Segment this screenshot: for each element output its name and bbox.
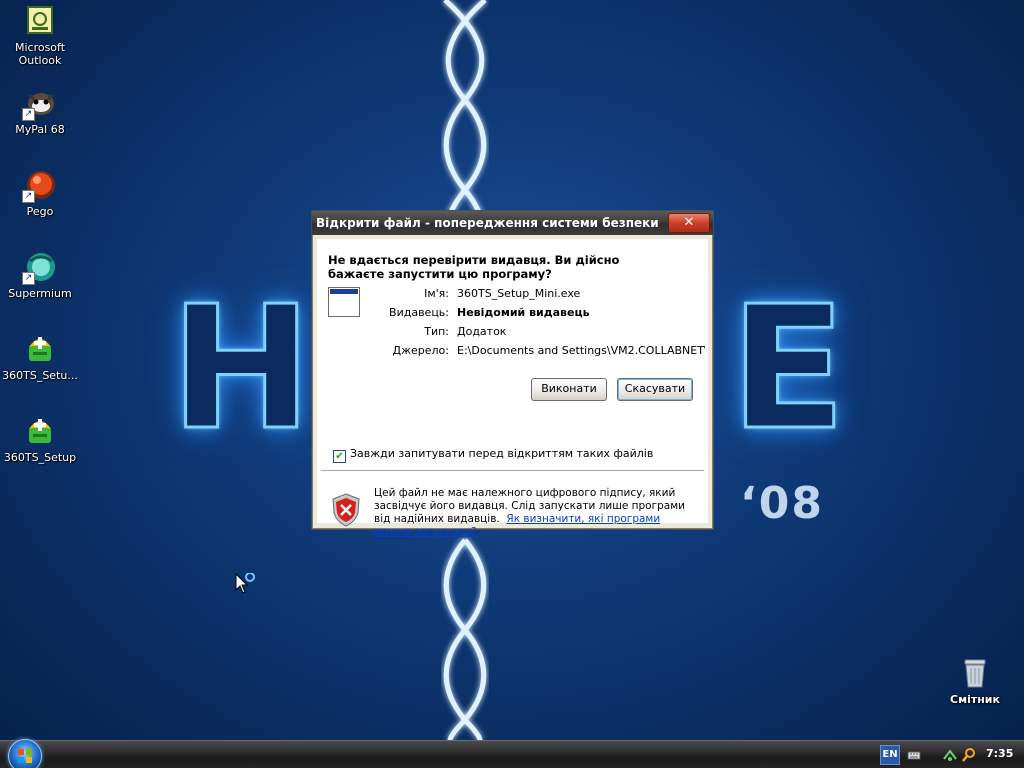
- security-notice: Цей файл не має належного цифрового підп…: [374, 487, 694, 539]
- supermium-icon: ↗: [22, 251, 56, 285]
- taskbar: EN 7:35: [0, 739, 1024, 768]
- field-value-type: Додаток: [457, 325, 507, 338]
- desktop-icon-outlook[interactable]: Microsoft Outlook: [2, 5, 78, 67]
- field-row-source: Джерело: E:\Documents and Settings\VM2.C…: [337, 344, 707, 360]
- desktop-icon-label: Смітник: [950, 693, 1000, 706]
- desktop-icon-label: Supermium: [8, 287, 72, 300]
- language-indicator[interactable]: EN: [880, 745, 900, 765]
- field-key: Джерело:: [392, 344, 450, 357]
- desktop-icon-supermium[interactable]: ↗ Supermium: [2, 251, 78, 300]
- dialog-titlebar[interactable]: Відкрити файл - попередження системи без…: [312, 211, 713, 235]
- divider: [321, 470, 704, 472]
- field-value-source: E:\Documents and Settings\VM2.COLLABNET\…: [457, 344, 705, 357]
- shortcut-arrow-icon: ↗: [22, 108, 35, 121]
- field-key: Тип:: [424, 325, 449, 338]
- desktop-icon-label: Pego: [26, 205, 54, 218]
- desktop-icon-label: MyPal 68: [15, 123, 65, 136]
- field-value-name: 360TS_Setup_Mini.exe: [457, 287, 581, 300]
- always-ask-label: Завжди запитувати перед відкриттям таких…: [350, 447, 654, 460]
- dialog-body: Не вдається перевірити видавця. Ви дійсн…: [317, 239, 708, 538]
- always-ask-option[interactable]: ✔ Завжди запитувати перед відкриттям таки…: [333, 447, 653, 463]
- field-key: Видавець:: [389, 306, 449, 319]
- desktop-icon-label: Microsoft Outlook: [14, 41, 66, 67]
- field-key: Ім'я:: [424, 287, 449, 300]
- wallpaper-year: ‘08: [740, 478, 824, 529]
- desktop: H E ‘08 Microsoft Outlook ↗ MyPal 68 ↗ P…: [0, 0, 1024, 740]
- always-ask-checkbox[interactable]: ✔: [333, 450, 346, 463]
- field-row-publisher: Видавець: Невідомий видавець: [337, 306, 707, 322]
- field-value-publisher: Невідомий видавець: [457, 306, 590, 319]
- keyboard-icon[interactable]: [906, 747, 922, 763]
- shortcut-arrow-icon: ↗: [22, 190, 35, 203]
- busy-cursor-icon: [235, 573, 255, 594]
- close-button[interactable]: ✕: [668, 213, 710, 233]
- run-button[interactable]: Виконати: [531, 378, 607, 401]
- recycle-bin-icon: [959, 657, 991, 689]
- shortcut-arrow-icon: ↗: [22, 272, 35, 285]
- installer-icon: [24, 333, 56, 365]
- outlook-icon: [24, 5, 56, 37]
- dialog-title: Відкрити файл - попередження системи без…: [316, 216, 659, 230]
- field-row-type: Тип: Додаток: [337, 325, 707, 341]
- field-row-name: Ім'я: 360TS_Setup_Mini.exe: [337, 287, 707, 303]
- desktop-icon-pego[interactable]: ↗ Pego: [2, 169, 78, 218]
- clock[interactable]: 7:35: [986, 747, 1013, 760]
- desktop-icon-360ts-setup[interactable]: 360TS_Setup: [2, 415, 78, 464]
- network-icon[interactable]: [942, 747, 958, 763]
- desktop-icon-label: 360TS_Setu...: [2, 369, 78, 382]
- mypal-icon: ↗: [22, 87, 56, 121]
- security-shield-icon: [332, 493, 360, 527]
- search-icon[interactable]: [961, 747, 977, 763]
- desktop-icon-label: 360TS_Setup: [3, 451, 77, 464]
- start-button[interactable]: [8, 739, 42, 768]
- cancel-button[interactable]: Скасувати: [617, 378, 693, 401]
- desktop-icon-360ts-setu[interactable]: 360TS_Setu...: [2, 333, 78, 382]
- windows-logo-icon: [18, 749, 32, 763]
- warning-heading: Не вдається перевірити видавця. Ви дійсн…: [328, 253, 620, 281]
- desktop-icon-recycle-bin[interactable]: Смітник: [937, 657, 1013, 706]
- security-warning-dialog: Відкрити файл - попередження системи без…: [311, 210, 714, 538]
- desktop-icon-mypal[interactable]: ↗ MyPal 68: [2, 87, 78, 136]
- installer-icon: [24, 415, 56, 447]
- pego-icon: ↗: [22, 169, 56, 203]
